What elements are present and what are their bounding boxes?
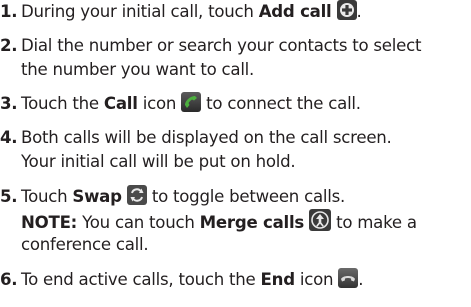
add-call-label: Add call [258,2,332,21]
step-number: 6. [0,270,18,289]
swap-icon [126,185,147,205]
step-number: 5. [0,187,18,206]
end-label: End [260,270,296,289]
step-4-line-1: Both calls will be displayed on the call… [21,128,392,147]
step-number: 4. [0,128,18,147]
step-5-line-1: Touch Swap to toggle between calls. [21,185,345,209]
step-text: You can touch [77,213,200,232]
step-text: to toggle between calls. [146,187,346,206]
step-text: to connect the call. [201,94,361,113]
step-5-line-2: NOTE: You can touch Merge calls to make … [21,209,417,235]
step-4-line-2: Your initial call will be put on hold. [21,152,296,171]
step-text: icon [137,94,182,113]
step-text: . [356,2,362,21]
step-text: During your initial call, touch [21,2,259,21]
merge-calls-icon [309,209,332,231]
swap-label: Swap [72,187,122,206]
call-icon [181,92,202,112]
step-number: 2. [0,36,18,55]
step-2-line-1: Dial the number or search your contacts … [21,36,422,55]
step-text: Touch the [21,94,104,113]
note-label: NOTE: [21,213,78,232]
step-3-line-1: Touch the Call icon to connect the call. [21,92,361,116]
step-number: 3. [0,94,18,113]
step-text: . [358,270,364,289]
step-6-line-1: To end active calls, touch the End icon … [21,268,364,292]
add-call-icon [336,0,357,20]
step-text: to make a [331,213,417,232]
step-2-line-2: the number you want to call. [21,60,255,79]
merge-calls-label: Merge calls [199,213,305,232]
call-label: Call [103,94,138,113]
step-text: icon [294,270,339,289]
step-1-line-1: During your initial call, touch Add call… [21,0,362,24]
end-call-icon [338,268,359,288]
step-text: To end active calls, touch the [21,270,261,289]
step-text: Touch [21,187,73,206]
step-number: 1. [0,2,18,21]
step-5-line-3: conference call. [21,235,149,254]
